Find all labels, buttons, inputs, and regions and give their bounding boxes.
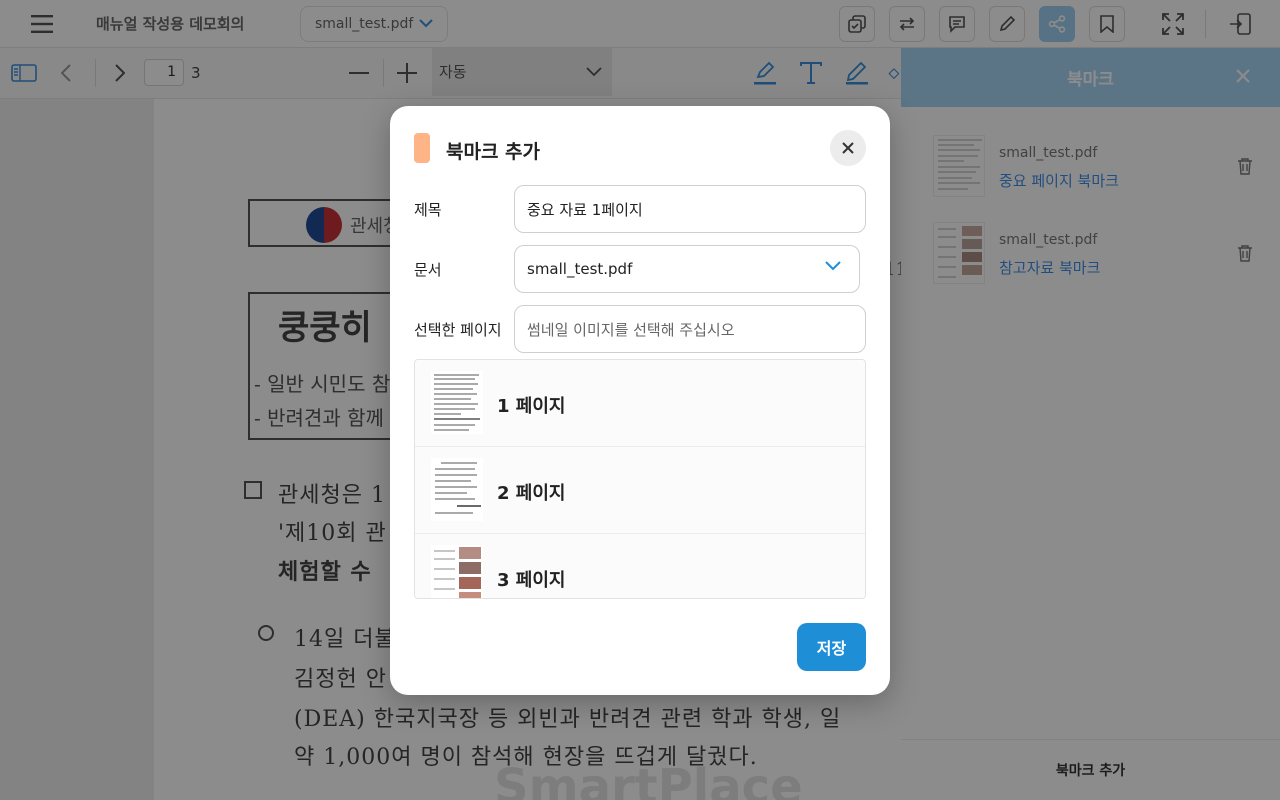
close-icon [842, 142, 854, 154]
document-select[interactable]: small_test.pdf [514, 245, 860, 293]
page-thumbnail-label: 3 페이지 [497, 570, 566, 591]
chevron-down-icon [825, 261, 841, 271]
title-input[interactable]: 중요 자료 1페이지 [514, 185, 866, 233]
page-thumbnail-row[interactable]: 2 페이지 [415, 447, 865, 534]
save-button[interactable]: 저장 [797, 623, 866, 671]
selected-page-input[interactable]: 썸네일 이미지를 선택해 주십시오 [514, 305, 866, 353]
page-thumbnail-list[interactable]: 1 페이지 2 페이지 3 페이지 [414, 359, 866, 599]
title-field-label: 제목 [414, 201, 442, 219]
page-thumbnail-label: 1 페이지 [497, 396, 566, 417]
page-thumbnail-label: 2 페이지 [497, 483, 566, 504]
dialog-accent-bar [414, 133, 430, 163]
page-thumbnail-row[interactable]: 3 페이지 [415, 534, 865, 598]
page-thumbnail[interactable] [431, 458, 483, 521]
document-field-label: 문서 [414, 261, 442, 279]
document-select-value: small_test.pdf [527, 260, 633, 278]
add-bookmark-dialog: 북마크 추가 제목 중요 자료 1페이지 문서 small_test.pdf 선… [390, 106, 890, 695]
page-thumbnail[interactable] [431, 371, 483, 434]
dialog-title: 북마크 추가 [446, 141, 541, 163]
page-thumbnail[interactable] [431, 545, 483, 598]
selected-page-label: 선택한 페이지 [414, 321, 502, 339]
dialog-close-button[interactable] [830, 130, 866, 166]
page-thumbnail-row[interactable]: 1 페이지 [415, 360, 865, 447]
